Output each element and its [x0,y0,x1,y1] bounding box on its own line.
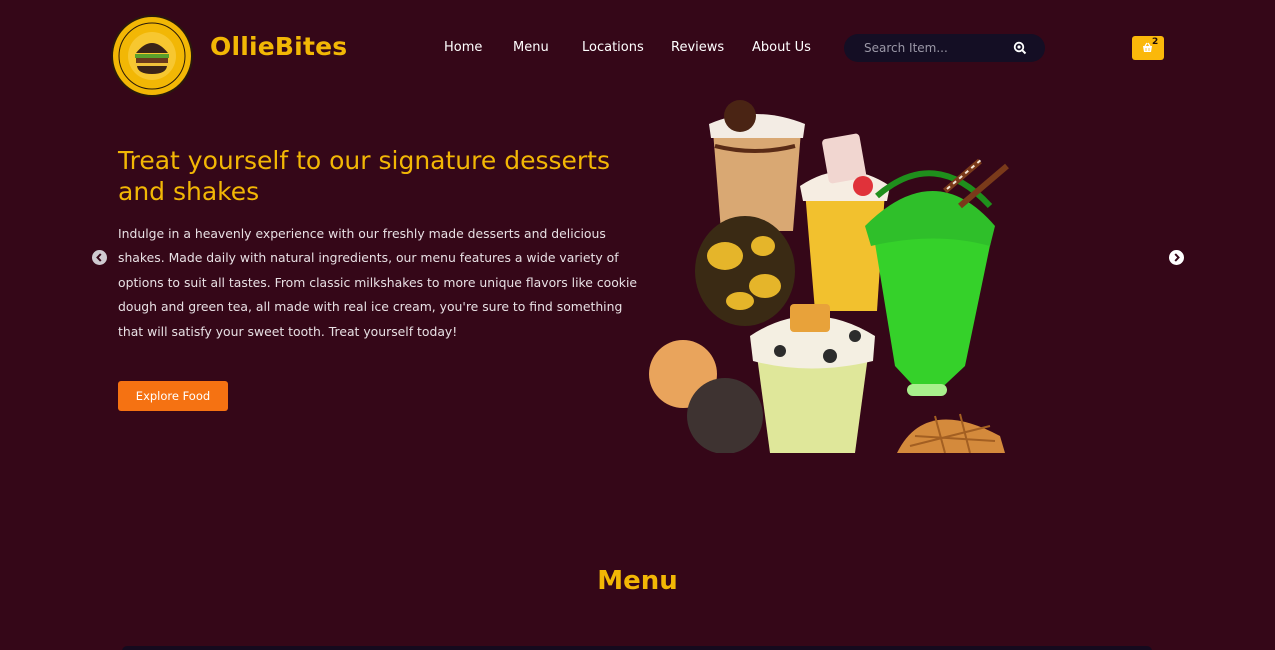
nav-menu[interactable]: Menu [513,40,549,55]
cart-count-badge: 2 [1152,37,1159,47]
menu-category-bar [122,646,1152,650]
carousel-next-button[interactable] [1169,250,1184,265]
hero-description: Indulge in a heavenly experience with ou… [118,226,638,339]
hero-title: Treat yourself to our signature desserts… [118,146,610,206]
search-input[interactable] [844,34,1009,62]
cart-button[interactable]: 2 [1132,36,1164,60]
chevron-left-icon [96,253,102,262]
search-icon[interactable] [1013,41,1027,55]
burger-logo-icon [111,15,193,97]
brand-name[interactable]: OllieBites [210,32,347,61]
logo[interactable] [111,15,193,97]
nav-home[interactable]: Home [444,40,482,55]
nav-locations[interactable]: Locations [582,40,644,55]
chevron-right-icon [1174,253,1180,262]
nav-about-us[interactable]: About Us [752,40,811,55]
desserts-shakes-image [645,96,1020,454]
nav-reviews[interactable]: Reviews [671,40,724,55]
menu-section-title: Menu [597,566,678,596]
explore-food-button[interactable]: Explore Food [118,381,228,411]
search-bar [844,34,1045,62]
carousel-prev-button[interactable] [92,250,107,265]
